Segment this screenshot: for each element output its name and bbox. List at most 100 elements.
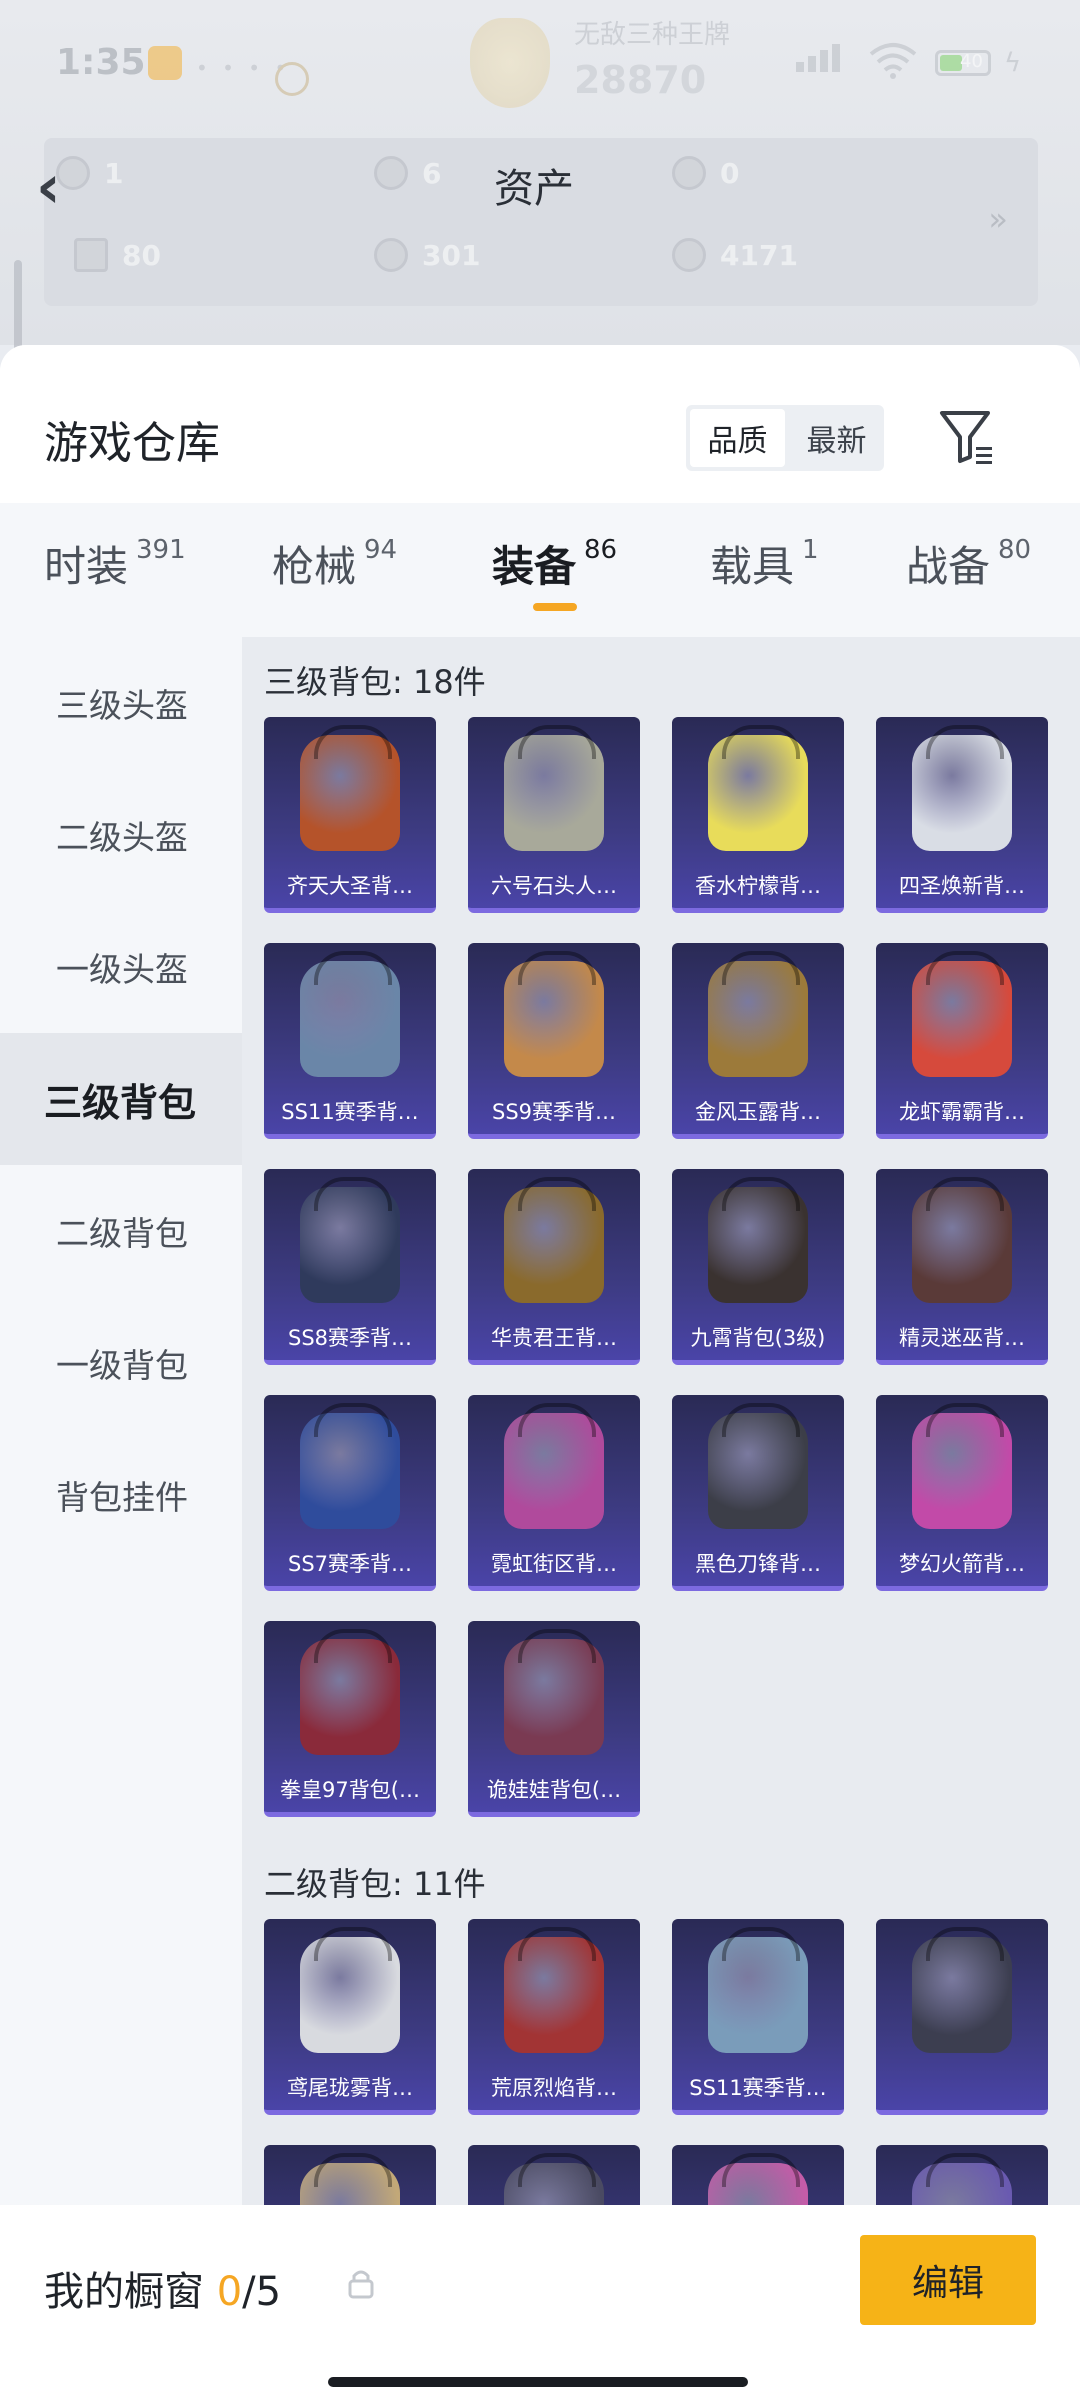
coin-icon [374,238,408,272]
item-card[interactable]: 精灵迷巫背… [876,1169,1048,1365]
coin-icon [56,156,90,190]
item-card[interactable]: 龙虾霸霸背… [876,943,1048,1139]
assets-title: 资产 [494,166,574,212]
item-name: 金风玉露背… [695,1100,821,1124]
rank-emblem-icon [470,18,550,108]
assets-more-button[interactable]: » [988,200,1008,238]
sidebar-item[interactable]: 二级头盔 [0,769,242,901]
sidebar-item[interactable]: 三级头盔 [0,637,242,769]
tab-equipment[interactable]: 装备 86 [492,533,617,594]
edit-button[interactable]: 编辑 [860,2235,1036,2325]
item-card[interactable]: 香水柠檬背… [672,717,844,913]
item-grid-area[interactable]: 三级背包: 18件 齐天大圣背… 六号石头人… 香水柠檬背… 四圣焕新背… SS11赛季背… [242,637,1080,2400]
item-name: 龙虾霸霸背… [899,1100,1025,1124]
rank-badge-icon [275,62,309,96]
coin-icon [672,238,706,272]
backpack-image [504,725,604,851]
item-card[interactable]: 诡娃娃背包(… [468,1621,640,1817]
asset-item: 1 [56,156,123,190]
warehouse-panel: 游戏仓库 品质 最新 时装 391 枪械 94 装备 86 载具 1 战备 80… [0,345,1080,2400]
item-name: 九霄背包(3级) [690,1326,826,1350]
assets-bar: ‹ 资产 1 6 0 80 301 4171 » [36,138,1038,306]
sidebar-item[interactable]: 三级背包 [0,1033,242,1165]
showcase-used: 0 [216,2269,243,2315]
wifi-icon [869,43,917,79]
sidebar-item[interactable]: 一级背包 [0,1297,242,1429]
backpack-image [708,951,808,1077]
backpack-image [708,1403,808,1529]
sidebar-item[interactable]: 二级背包 [0,1165,242,1297]
item-card[interactable]: 齐天大圣背… [264,717,436,913]
asset-item: 0 [672,156,739,190]
filter-icon[interactable] [938,407,994,467]
item-name: 梦幻火箭背… [899,1552,1025,1576]
item-card[interactable]: 拳皇97背包(… [264,1621,436,1817]
rank-score: 28870 [574,58,707,102]
coin-icon [74,238,108,272]
item-name: 拳皇97背包(… [280,1778,420,1802]
sidebar-item[interactable]: 一级头盔 [0,901,242,1033]
item-card[interactable]: 九霄背包(3级) [672,1169,844,1365]
item-card[interactable]: 霓虹街区背… [468,1395,640,1591]
tab-weapons[interactable]: 枪械 94 [272,533,397,594]
item-name: SS7赛季背… [287,1552,413,1576]
backpack-image [300,1927,400,2053]
item-card[interactable]: SS9赛季背… [468,943,640,1139]
item-card[interactable]: 金风玉露背… [672,943,844,1139]
item-card[interactable] [876,1919,1048,2115]
rank-name: 无敌三种王牌 [574,20,731,50]
lock-icon [348,2270,374,2299]
sort-toggle: 品质 最新 [686,405,884,471]
sort-quality-button[interactable]: 品质 [690,409,785,467]
item-card[interactable]: 四圣焕新背… [876,717,1048,913]
top-background: 1:35 • • • • 无敌三种王牌 28870 40 ϟ ‹ 资产 1 6 … [0,0,1080,450]
backpack-image [504,1927,604,2053]
item-card[interactable]: 鸢尾珑雾背… [264,1919,436,2115]
tab-supplies[interactable]: 战备 80 [906,533,1031,594]
item-name: 鸢尾珑雾背… [287,2076,413,2100]
backpack-image [504,951,604,1077]
item-card[interactable]: 六号石头人… [468,717,640,913]
item-name: 香水柠檬背… [695,874,821,898]
subcategory-sidebar: 三级头盔 二级头盔 一级头盔 三级背包 二级背包 一级背包 背包挂件 [0,637,242,2400]
signal-icon [796,44,856,78]
sort-newest-button[interactable]: 最新 [789,405,884,471]
sidebar-item[interactable]: 背包挂件 [0,1429,242,1561]
tab-fashion[interactable]: 时装 391 [44,533,186,594]
battery-icon: 40 [935,50,991,76]
item-grid: 齐天大圣背… 六号石头人… 香水柠檬背… 四圣焕新背… SS11赛季背… SS9赛季背… 金… [264,717,1070,1847]
status-time: 1:35 [56,42,146,83]
item-name: 精灵迷巫背… [899,1326,1025,1350]
item-card[interactable]: 华贵君王背… [468,1169,640,1365]
warehouse-title: 游戏仓库 [44,418,220,469]
item-name: SS8赛季背… [287,1326,413,1350]
item-name: 荒原烈焰背… [491,2076,617,2100]
backpack-image [708,1927,808,2053]
item-card[interactable]: SS7赛季背… [264,1395,436,1591]
showcase-label: 我的橱窗 0/5 [44,2269,282,2315]
item-card[interactable]: 黑色刀锋背… [672,1395,844,1591]
item-card[interactable]: SS11赛季背… [672,1919,844,2115]
item-card[interactable]: 荒原烈焰背… [468,1919,640,2115]
item-card[interactable]: 梦幻火箭背… [876,1395,1048,1591]
backpack-image [300,951,400,1077]
backpack-image [912,1177,1012,1303]
backpack-image [504,1629,604,1755]
home-indicator [328,2377,748,2387]
backpack-image [708,1177,808,1303]
section-title: 二级背包: 11件 [264,1865,486,1903]
charging-icon: ϟ [1004,48,1022,78]
tab-vehicles[interactable]: 载具 1 [710,533,819,594]
asset-item: 301 [374,238,480,272]
backpack-image [300,725,400,851]
active-tab-indicator [533,603,577,611]
backpack-image [912,1927,1012,2053]
item-card[interactable]: SS8赛季背… [264,1169,436,1365]
item-name: SS11赛季背… [689,2076,827,2100]
backpack-image [504,1177,604,1303]
item-card[interactable]: SS11赛季背… [264,943,436,1139]
backpack-image [912,1403,1012,1529]
item-name: 霓虹街区背… [491,1552,617,1576]
status-bar: 1:35 • • • • 无敌三种王牌 28870 40 ϟ [0,0,1080,130]
item-name: 六号石头人… [491,874,617,898]
